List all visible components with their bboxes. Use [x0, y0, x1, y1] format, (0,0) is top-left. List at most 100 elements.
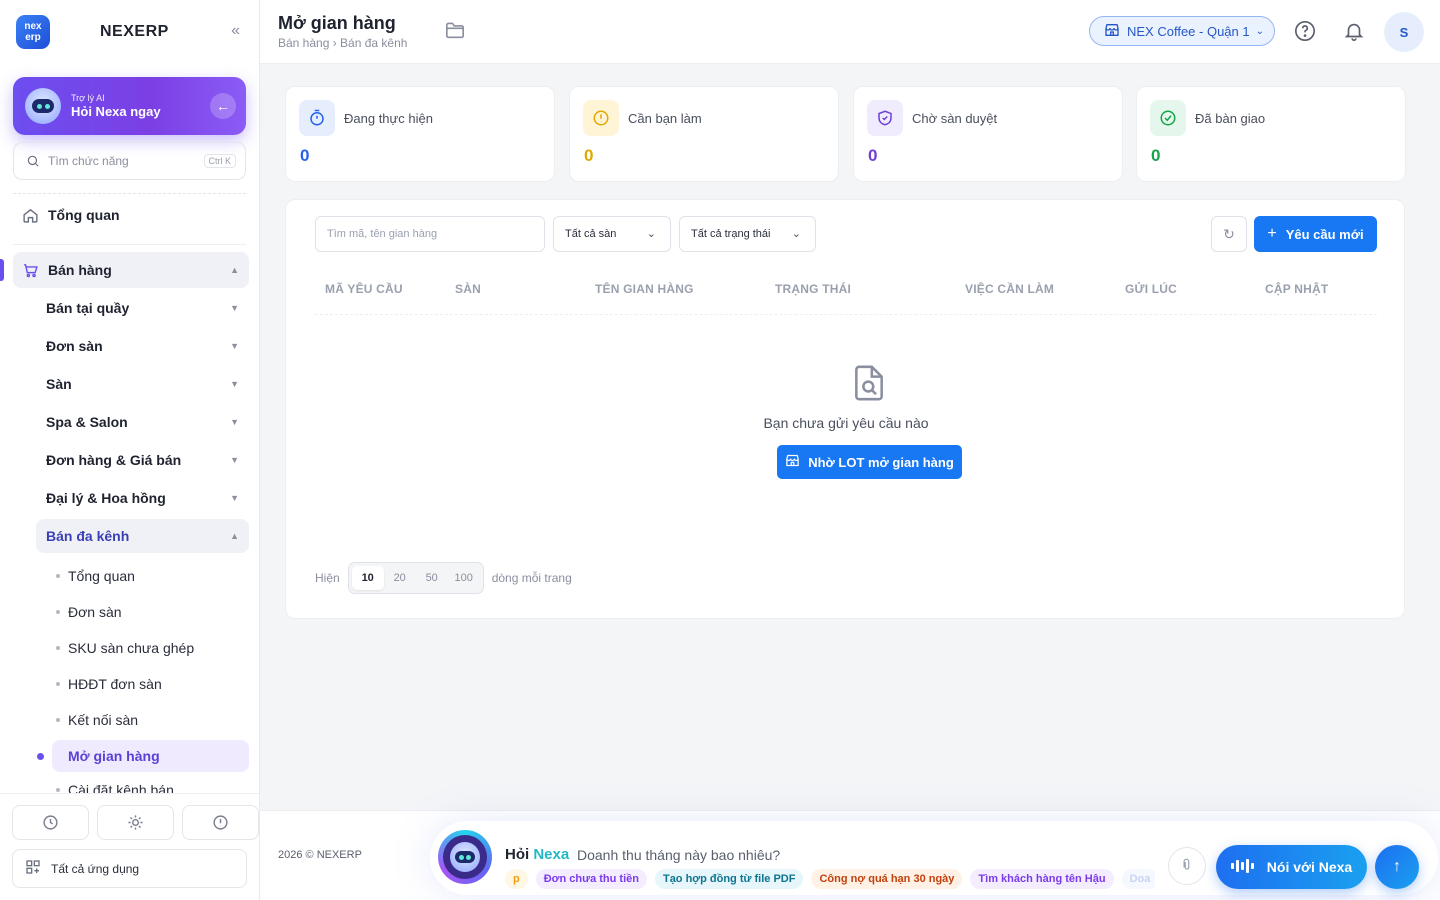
chevron-down-icon: ⌄ — [1255, 25, 1264, 37]
cart-icon — [21, 261, 39, 279]
empty-state-message: Bạn chưa gửi yêu cầu nào — [763, 415, 929, 431]
nexa-bot-avatar[interactable] — [438, 830, 492, 884]
platform-filter-value: Tất cả sàn — [565, 228, 617, 240]
caret-down-icon: ▼ — [230, 379, 239, 389]
send-button[interactable]: ↑ — [1375, 845, 1419, 889]
column-header-status[interactable]: TRẠNG THÁI — [775, 282, 851, 296]
suggestion-chip[interactable]: Đơn chưa thu tiền — [535, 869, 647, 889]
column-header-request-id[interactable]: MÃ YÊU CẦU — [325, 282, 403, 296]
help-icon[interactable] — [1292, 18, 1318, 44]
page-title: Mở gian hàng — [278, 13, 396, 33]
stat-card-your-action: Cần bạn làm 0 — [569, 86, 839, 182]
voice-wave-icon — [1230, 858, 1257, 876]
page-size-control: Hiện 10 20 50 100 dòng mỗi trang — [315, 562, 572, 594]
platform-filter[interactable]: Tất cả sàn ⌄ — [553, 216, 671, 252]
stat-value: 0 — [584, 146, 594, 165]
nav-sub-platforms[interactable]: Sàn ▼ — [36, 367, 249, 401]
nav-leaf-connect-platforms[interactable]: Kết nối sàn — [52, 704, 249, 736]
nexerp-logo[interactable]: nex erp — [16, 15, 50, 49]
feature-search-placeholder: Tìm chức năng — [48, 154, 129, 168]
column-header-platform[interactable]: SÀN — [455, 282, 481, 296]
theme-toggle-button[interactable] — [97, 805, 174, 840]
caret-up-icon: ▲ — [230, 265, 239, 275]
nav-leaf-einvoice[interactable]: HĐĐT đơn sàn — [52, 668, 249, 700]
suggestion-chip[interactable]: Tạo hợp đồng từ file PDF — [654, 869, 804, 889]
nav-sub-omnichannel[interactable]: Bán đa kênh ▲ — [36, 519, 249, 553]
arrow-left-icon[interactable]: ← — [210, 93, 236, 119]
suggestion-chip[interactable]: Tìm khách hàng tên Hậu — [970, 869, 1114, 889]
folder-icon[interactable] — [445, 21, 465, 42]
check-circle-icon — [1150, 100, 1186, 136]
nav-leaf-overview[interactable]: Tổng quan — [52, 560, 249, 592]
column-header-todo[interactable]: VIỆC CẦN LÀM — [965, 282, 1054, 296]
caret-down-icon: ▼ — [230, 303, 239, 313]
page-size-option[interactable]: 20 — [384, 566, 416, 590]
all-apps-button[interactable]: Tất cả ứng dụng — [12, 849, 247, 888]
bell-icon[interactable] — [1341, 18, 1367, 44]
stat-card-awaiting-approval: Chờ sàn duyệt 0 — [853, 86, 1123, 182]
active-leaf-dot — [37, 753, 44, 760]
chevron-down-icon: ⌄ — [791, 228, 801, 240]
suggestion-chips: p Đơn chưa thu tiền Tạo hợp đồng từ file… — [505, 869, 1155, 891]
requests-panel: Tất cả sàn ⌄ Tất cả trạng thái ⌄ ↻ + Yêu… — [285, 199, 1405, 619]
search-icon — [27, 155, 39, 167]
all-apps-label: Tất cả ứng dụng — [51, 861, 140, 876]
stat-value: 0 — [300, 146, 310, 165]
caret-up-icon: ▲ — [230, 531, 239, 541]
page-size-option[interactable]: 50 — [416, 566, 448, 590]
stat-value: 0 — [868, 146, 878, 165]
ask-nexa-card[interactable]: Trợ lý AI Hỏi Nexa ngay ← — [13, 77, 246, 135]
history-button[interactable] — [12, 805, 89, 840]
refresh-button[interactable]: ↻ — [1211, 216, 1247, 252]
new-request-button[interactable]: + Yêu cầu mới — [1254, 216, 1377, 252]
suggestion-chip[interactable]: Công nợ quá hạn 30 ngày — [811, 869, 963, 889]
attach-button[interactable] — [1168, 847, 1206, 885]
alert-circle-icon — [213, 815, 228, 830]
column-header-sent-at[interactable]: GỬI LÚC — [1125, 282, 1177, 296]
nav-sub-orders-prices[interactable]: Đơn hàng & Giá bán ▼ — [36, 443, 249, 477]
sidebar: nex erp NEXERP « Trợ lý AI Hỏi Nexa ngay… — [0, 0, 260, 900]
plus-icon: + — [1267, 225, 1277, 242]
ask-lot-open-store-button[interactable]: Nhờ LOT mở gian hàng — [777, 445, 962, 479]
nav-leaf-platform-orders[interactable]: Đơn sàn — [52, 596, 249, 628]
stat-label: Đã bàn giao — [1195, 111, 1266, 126]
home-icon — [21, 206, 39, 224]
request-search-input[interactable] — [315, 216, 545, 252]
nav-sub-pos[interactable]: Bán tại quầy ▼ — [36, 291, 249, 325]
column-header-store-name[interactable]: TÊN GIAN HÀNG — [595, 282, 694, 296]
refresh-icon: ↻ — [1223, 225, 1235, 242]
search-shortcut: Ctrl K — [203, 154, 236, 168]
ask-nexa-input[interactable]: Doanh thu tháng này bao nhiêu? — [577, 847, 780, 863]
sun-icon — [128, 815, 143, 830]
nav-sub-spa-salon[interactable]: Spa & Salon ▼ — [36, 405, 249, 439]
ask-lot-label: Nhờ LOT mở gian hàng — [808, 454, 954, 470]
caret-down-icon: ▼ — [230, 341, 239, 351]
page-size-option[interactable]: 100 — [448, 566, 480, 590]
page-size-options: 10 20 50 100 — [347, 562, 484, 594]
nav-overview[interactable]: Tổng quan — [13, 198, 246, 232]
suggestion-chip[interactable]: Doa — [1121, 869, 1155, 889]
nav-leaf-open-store[interactable]: Mở gian hàng — [52, 740, 249, 772]
suggestion-chip[interactable]: p — [505, 869, 528, 889]
store-selector[interactable]: NEX Coffee - Quận 1 ⌄ — [1089, 16, 1275, 46]
store-icon — [1104, 22, 1120, 41]
status-filter[interactable]: Tất cả trạng thái ⌄ — [679, 216, 816, 252]
collapse-sidebar-icon[interactable]: « — [231, 22, 240, 40]
page-size-option[interactable]: 10 — [351, 566, 384, 590]
nav-leaf-unmatched-sku[interactable]: SKU sàn chưa ghép — [52, 632, 249, 664]
robot-icon — [450, 842, 480, 872]
report-issue-button[interactable] — [182, 805, 259, 840]
column-header-updated[interactable]: CẬP NHẬT — [1265, 282, 1328, 296]
nav-sub-platform-orders[interactable]: Đơn sàn ▼ — [36, 329, 249, 363]
brand: nex erp NEXERP « — [16, 15, 250, 49]
nav-group-sales[interactable]: Bán hàng ▲ — [13, 252, 249, 288]
robot-icon — [25, 88, 61, 124]
paperclip-icon — [1180, 858, 1194, 875]
feature-search[interactable]: Tìm chức năng Ctrl K — [13, 142, 246, 180]
talk-to-nexa-button[interactable]: Nói với Nexa — [1216, 845, 1367, 889]
ai-card-subtitle: Trợ lý AI — [71, 93, 105, 103]
clock-icon — [43, 815, 58, 830]
nav-sub-agents-commission[interactable]: Đại lý & Hoa hồng ▼ — [36, 481, 249, 515]
shield-check-icon — [867, 100, 903, 136]
user-avatar[interactable]: S — [1384, 12, 1424, 52]
